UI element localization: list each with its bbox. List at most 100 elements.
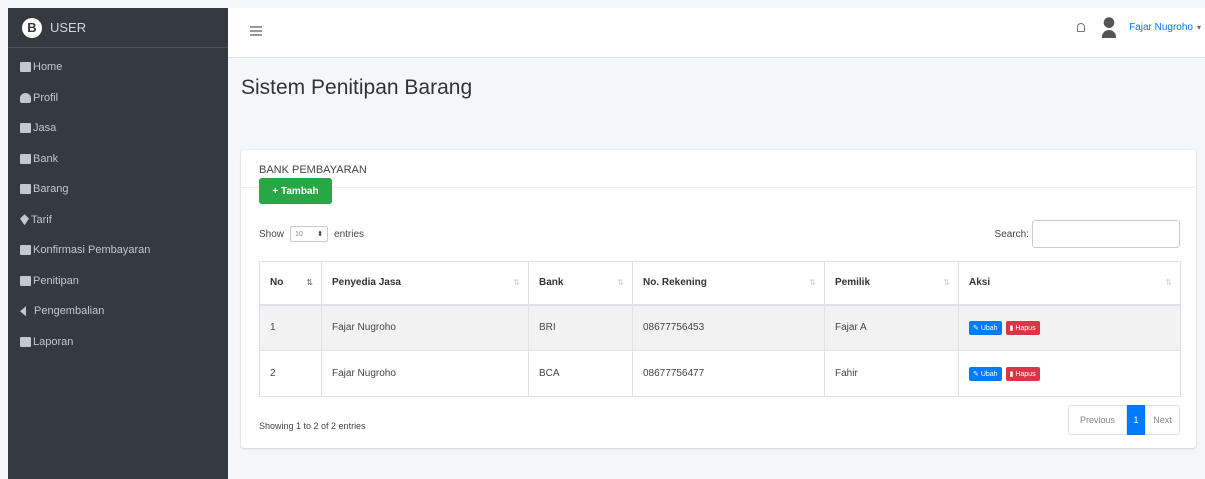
sidebar-item-label: Barang (33, 183, 69, 196)
cell-penyedia: Fajar Nugroho (321, 350, 529, 397)
cell-penyedia: Fajar Nugroho (321, 304, 529, 351)
sidebar-item-tarif[interactable]: Tarif (8, 205, 228, 236)
topbar-user-area: Fajar Nugroho ▾ (1077, 16, 1201, 38)
sidebar-item-label: Jasa (33, 122, 57, 135)
pagination: Previous 1 Next (1068, 405, 1180, 435)
column-header-aksi[interactable]: Aksi ⇅ (958, 261, 1181, 306)
bell-icon[interactable] (1077, 22, 1086, 32)
column-header-bank[interactable]: Bank ⇅ (528, 261, 633, 306)
show-label: Show (259, 228, 285, 240)
sidebar-item-penitipan[interactable]: Penitipan (8, 266, 228, 297)
page-length-value: 10 (295, 230, 303, 238)
caret-down-icon[interactable]: ▾ (1197, 23, 1201, 32)
sidebar-item-home[interactable]: Home (8, 52, 228, 83)
sidebar-item-jasa[interactable]: Jasa (8, 113, 228, 144)
cell-pemilik: Fajar A (824, 304, 959, 351)
table-row: 2 Fajar Nugroho BCA 08677756477 Fahir ✎ … (259, 350, 1181, 397)
sort-icon: ⇅ (306, 278, 313, 287)
cell-pemilik: Fahir (824, 350, 959, 397)
add-button-label: + Tambah (272, 185, 319, 197)
column-label: No. Rekening (643, 277, 707, 289)
brand-name: USER (50, 20, 87, 35)
sidebar-item-label: Tarif (31, 213, 52, 226)
table-icon (20, 123, 31, 134)
select-caret-icon: ⬍ (317, 231, 324, 238)
sidebar-item-pengembalian[interactable]: Pengembalian (8, 296, 228, 327)
cell-bank: BRI (528, 304, 633, 351)
card-title: BANK PEMBAYARAN (241, 150, 1196, 188)
table-row: 1 Fajar Nugroho BRI 08677756453 Fajar A … (259, 304, 1181, 351)
cell-bank: BCA (528, 350, 633, 397)
edit-button[interactable]: ✎ Ubah (969, 366, 1002, 381)
cell-rekening: 08677756453 (632, 304, 825, 351)
sidebar-item-profil[interactable]: Profil (8, 83, 228, 114)
sort-icon: ⇅ (809, 278, 816, 287)
cell-aksi: ✎ Ubah ▮ Hapus (958, 350, 1181, 397)
delete-label: Hapus (1015, 370, 1036, 378)
edit-label: Ubah (980, 324, 998, 332)
topbar: Fajar Nugroho ▾ (228, 8, 1205, 58)
cell-rekening: 08677756477 (632, 350, 825, 397)
table-header-row: No ⇅ Penyedia Jasa ⇅ Bank ⇅ No. Rekening ⇅ P… (259, 261, 1181, 306)
cell-no: 2 (259, 350, 322, 397)
search-control: Search: (995, 220, 1180, 248)
user-menu[interactable]: Fajar Nugroho (1129, 22, 1193, 33)
page-title: Sistem Penitipan Barang (241, 76, 473, 99)
sidebar-item-laporan[interactable]: Laporan (8, 327, 228, 358)
sidebar-nav: Home Profil Jasa Bank Barang Tarif Konfi… (8, 48, 228, 357)
column-label: No (270, 277, 284, 289)
column-label: Bank (539, 277, 564, 289)
add-button[interactable]: + Tambah (259, 178, 332, 204)
cell-no: 1 (259, 304, 322, 351)
bank-card: BANK PEMBAYARAN + Tambah Show 10 ⬍ entri… (241, 150, 1196, 448)
delete-button[interactable]: ▮ Hapus (1005, 320, 1040, 335)
search-label: Search: (994, 228, 1029, 240)
column-label: Pemilik (835, 277, 871, 289)
entries-label: entries (334, 228, 365, 240)
sidebar-item-label: Profil (33, 91, 59, 104)
search-input[interactable] (1032, 220, 1180, 248)
sidebar-item-label: Bank (33, 152, 59, 165)
box-icon (20, 184, 31, 195)
list-icon (20, 275, 31, 286)
bank-table: No ⇅ Penyedia Jasa ⇅ Bank ⇅ No. Rekening ⇅ P… (259, 261, 1181, 397)
sidebar-item-label: Laporan (33, 335, 74, 348)
users-icon (20, 92, 31, 103)
sort-icon: ⇅ (943, 278, 950, 287)
report-icon (20, 336, 31, 347)
column-label: Aksi (969, 277, 991, 289)
sort-icon: ⇅ (1165, 278, 1172, 287)
bank-icon (20, 153, 31, 164)
sort-icon: ⇅ (513, 278, 520, 287)
menu-toggle-icon[interactable] (250, 26, 262, 36)
column-header-pemilik[interactable]: Pemilik ⇅ (824, 261, 959, 306)
page-length-select[interactable]: 10 ⬍ (290, 226, 329, 242)
previous-button[interactable]: Previous (1068, 405, 1127, 435)
brand-logo: B (22, 17, 42, 38)
edit-label: Ubah (980, 370, 998, 378)
sidebar-item-label: Home (33, 61, 63, 74)
table-icon (20, 62, 31, 73)
sidebar: B USER Home Profil Jasa Bank Barang Tari… (8, 8, 228, 479)
sidebar-item-label: Konfirmasi Pembayaran (33, 244, 151, 257)
sidebar-item-konfirmasi-pembayaran[interactable]: Konfirmasi Pembayaran (8, 235, 228, 266)
next-button[interactable]: Next (1145, 405, 1180, 435)
sidebar-item-bank[interactable]: Bank (8, 144, 228, 175)
avatar[interactable] (1099, 16, 1120, 38)
tag-icon (20, 214, 29, 226)
backward-icon (20, 306, 26, 317)
sidebar-item-label: Penitipan (33, 274, 79, 287)
brand[interactable]: B USER (8, 8, 228, 48)
column-header-no-rekening[interactable]: No. Rekening ⇅ (632, 261, 825, 306)
delete-button[interactable]: ▮ Hapus (1005, 366, 1040, 381)
delete-label: Hapus (1015, 324, 1036, 332)
page-length-control: Show 10 ⬍ entries (259, 226, 364, 242)
column-header-penyedia-jasa[interactable]: Penyedia Jasa ⇅ (321, 261, 529, 306)
sidebar-item-barang[interactable]: Barang (8, 174, 228, 205)
sidebar-item-label: Pengembalian (34, 305, 105, 318)
sort-icon: ⇅ (617, 278, 624, 287)
column-header-no[interactable]: No ⇅ (259, 261, 322, 306)
column-label: Penyedia Jasa (332, 277, 401, 289)
page-1-button[interactable]: 1 (1127, 405, 1145, 435)
edit-button[interactable]: ✎ Ubah (969, 320, 1002, 335)
